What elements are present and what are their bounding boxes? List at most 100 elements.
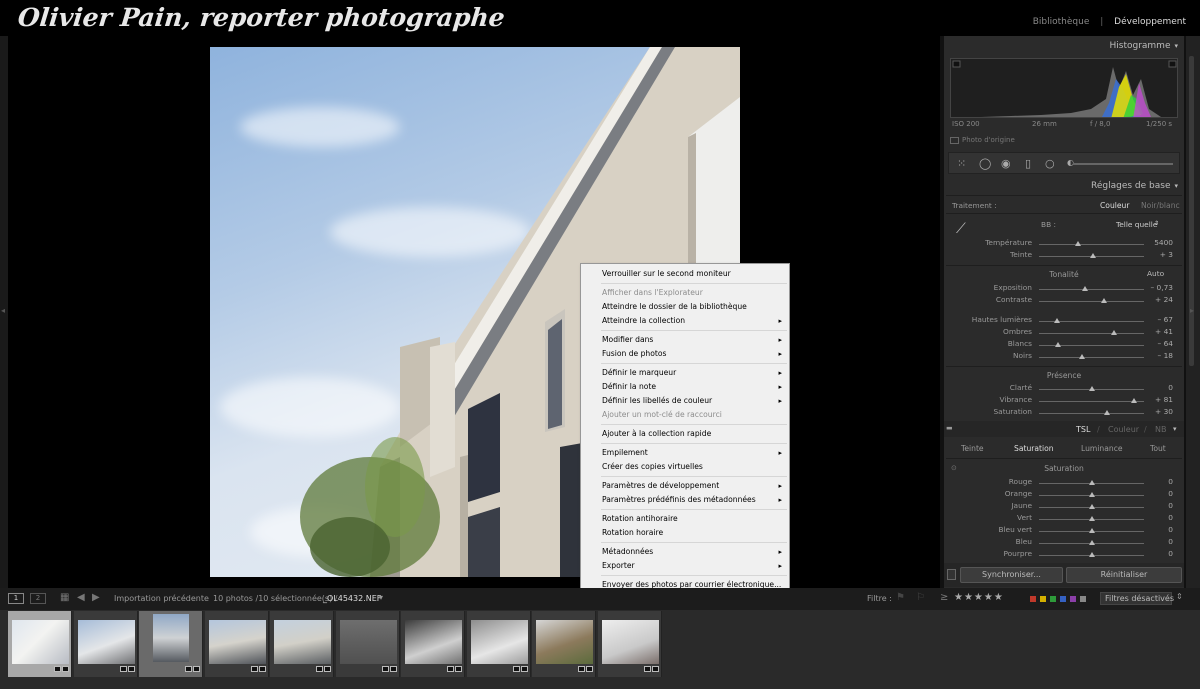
filmstrip-thumbnail[interactable]: [77, 620, 135, 664]
thumbnail-badge-icon[interactable]: [119, 666, 127, 672]
color-label-swatch[interactable]: [1030, 596, 1036, 602]
slider-value[interactable]: + 41: [1155, 327, 1173, 336]
slider-track[interactable]: [1039, 504, 1144, 509]
crop-icon[interactable]: ⁙: [957, 157, 966, 170]
source-label[interactable]: Importation précédente: [114, 594, 209, 603]
histogram[interactable]: [950, 58, 1178, 118]
thumbnail-badge-icon[interactable]: [512, 666, 520, 672]
slider-value[interactable]: – 18: [1158, 351, 1173, 360]
blacks-slider[interactable]: Noirs – 18: [944, 351, 1184, 363]
redeye-icon[interactable]: ◉: [1001, 157, 1011, 170]
treatment-bw[interactable]: Noir/blanc: [1141, 201, 1180, 210]
menu-item[interactable]: Définir les libellés de couleur ▸: [582, 394, 788, 408]
menu-item[interactable]: Empilement ▸: [582, 446, 788, 460]
filmstrip-thumbnail[interactable]: [601, 620, 659, 664]
menu-item[interactable]: Rotation horaire: [582, 526, 788, 540]
thumbnail-badge-icon[interactable]: [193, 666, 200, 672]
slider-track[interactable]: [1039, 286, 1144, 291]
thumbnail-badge-icon[interactable]: [455, 666, 462, 672]
slider-knob[interactable]: [1088, 540, 1095, 545]
grid-icon[interactable]: ▦: [60, 592, 69, 603]
wb-select[interactable]: Telle quelle: [1116, 220, 1157, 229]
thumbnail-badge-icon[interactable]: [651, 666, 659, 672]
slider-value[interactable]: 0: [1168, 537, 1173, 546]
filmstrip-cell[interactable]: [401, 611, 465, 677]
filmstrip-cell[interactable]: [8, 611, 72, 677]
monitor-1-button[interactable]: 1: [8, 593, 24, 604]
hsl-tab-nb[interactable]: NB: [1155, 425, 1166, 434]
slider-track[interactable]: [1039, 330, 1144, 335]
menu-item[interactable]: Verrouiller sur le second moniteur: [582, 267, 788, 281]
menu-item[interactable]: Définir la note ▸: [582, 380, 788, 394]
slider-knob[interactable]: [1088, 386, 1095, 391]
whites-slider[interactable]: Blancs – 64: [944, 339, 1184, 351]
slider-knob[interactable]: [1053, 318, 1060, 323]
slider-knob[interactable]: [1104, 410, 1111, 415]
filmstrip-thumbnail[interactable]: [470, 620, 528, 664]
thumbnail-badge-icon[interactable]: [62, 666, 69, 672]
thumbnail-badge-icon[interactable]: [586, 666, 593, 672]
tool-slider[interactable]: [1073, 163, 1173, 165]
thumbnail-badge-icon[interactable]: [381, 666, 389, 672]
hsl-subtab-saturation[interactable]: Saturation: [1014, 444, 1054, 453]
temperature-slider[interactable]: Température 5400: [944, 238, 1184, 250]
menu-item[interactable]: Modifier dans ▸: [582, 333, 788, 347]
menu-item[interactable]: Paramètres prédéfinis des métadonnées ▸: [582, 493, 788, 507]
slider-value[interactable]: – 0,73: [1150, 283, 1173, 292]
slider-knob[interactable]: [1088, 516, 1095, 521]
menu-item[interactable]: Définir le marqueur ▸: [582, 366, 788, 380]
thumbnail-badge-icon[interactable]: [54, 666, 61, 672]
slider-track[interactable]: [1039, 253, 1144, 258]
thumbnail-badge-icon[interactable]: [185, 666, 192, 672]
slider-value[interactable]: 0: [1168, 549, 1173, 558]
slider-value[interactable]: + 24: [1155, 295, 1173, 304]
back-arrow-icon[interactable]: ◀: [77, 592, 85, 603]
collapse-right-icon[interactable]: ▸: [1190, 306, 1194, 315]
color-label-swatch[interactable]: [1070, 596, 1076, 602]
slider-track[interactable]: [1039, 342, 1144, 347]
flag-icon[interactable]: ⚑: [896, 592, 905, 603]
slider-value[interactable]: 0: [1168, 383, 1173, 392]
thumbnail-badge-icon[interactable]: [127, 666, 135, 672]
filter-lock-icon[interactable]: ⇕: [1176, 592, 1183, 601]
slider-value[interactable]: – 67: [1158, 315, 1173, 324]
slider-value[interactable]: 0: [1168, 489, 1173, 498]
filmstrip-thumbnail[interactable]: [12, 620, 69, 664]
current-filename[interactable]: _OL45432.NEF: [323, 594, 381, 603]
slider-track[interactable]: [1039, 492, 1144, 497]
hsl-tab-tsl[interactable]: TSL: [1076, 425, 1090, 434]
clarity-slider[interactable]: Clarté 0: [944, 383, 1184, 395]
thumbnail-badge-icon[interactable]: [316, 666, 323, 672]
panel-switch-icon[interactable]: ▬: [946, 424, 953, 432]
slider-track[interactable]: [1039, 410, 1144, 415]
filmstrip-thumbnail[interactable]: [208, 620, 266, 664]
slider-value[interactable]: – 64: [1158, 339, 1173, 348]
filter-preset-select[interactable]: Filtres désactivés: [1100, 592, 1174, 605]
auto-tone-button[interactable]: Auto: [1147, 269, 1164, 278]
menu-item[interactable]: Exporter ▸: [582, 559, 788, 573]
thumbnail-badge-icon[interactable]: [258, 666, 266, 672]
module-develop[interactable]: Développement: [1114, 17, 1186, 27]
monitor-2-button[interactable]: 2: [30, 593, 46, 604]
slider-knob[interactable]: [1101, 298, 1108, 303]
exposure-slider[interactable]: Exposition – 0,73: [944, 283, 1184, 295]
filmstrip-cell[interactable]: [139, 611, 203, 677]
menu-item[interactable]: Créer des copies virtuelles: [582, 460, 788, 474]
slider-value[interactable]: 0: [1168, 477, 1173, 486]
slider-knob[interactable]: [1079, 354, 1086, 359]
slider-knob[interactable]: [1088, 504, 1095, 509]
slider-value[interactable]: 5400: [1154, 238, 1173, 247]
slider-knob[interactable]: [1088, 552, 1095, 557]
menu-item[interactable]: Atteindre le dossier de la bibliothèque: [582, 300, 788, 314]
sync-toggle-icon[interactable]: [947, 569, 956, 580]
slider-value[interactable]: + 3: [1160, 250, 1173, 259]
sync-button[interactable]: Synchroniser...: [960, 567, 1063, 583]
eyedropper-icon[interactable]: ⟋: [956, 221, 966, 237]
menu-item[interactable]: Ajouter un mot-clé de raccourci: [582, 408, 788, 422]
filmstrip-cell[interactable]: [466, 611, 531, 677]
filename-dropdown-icon[interactable]: ▾: [379, 593, 383, 602]
hsl-slider-pourpre[interactable]: Pourpre 0: [944, 549, 1184, 561]
color-label-swatch[interactable]: [1060, 596, 1066, 602]
filmstrip-cell[interactable]: [597, 611, 662, 677]
hsl-header[interactable]: ▬ TSL / Couleur / NB ▾: [944, 421, 1184, 437]
